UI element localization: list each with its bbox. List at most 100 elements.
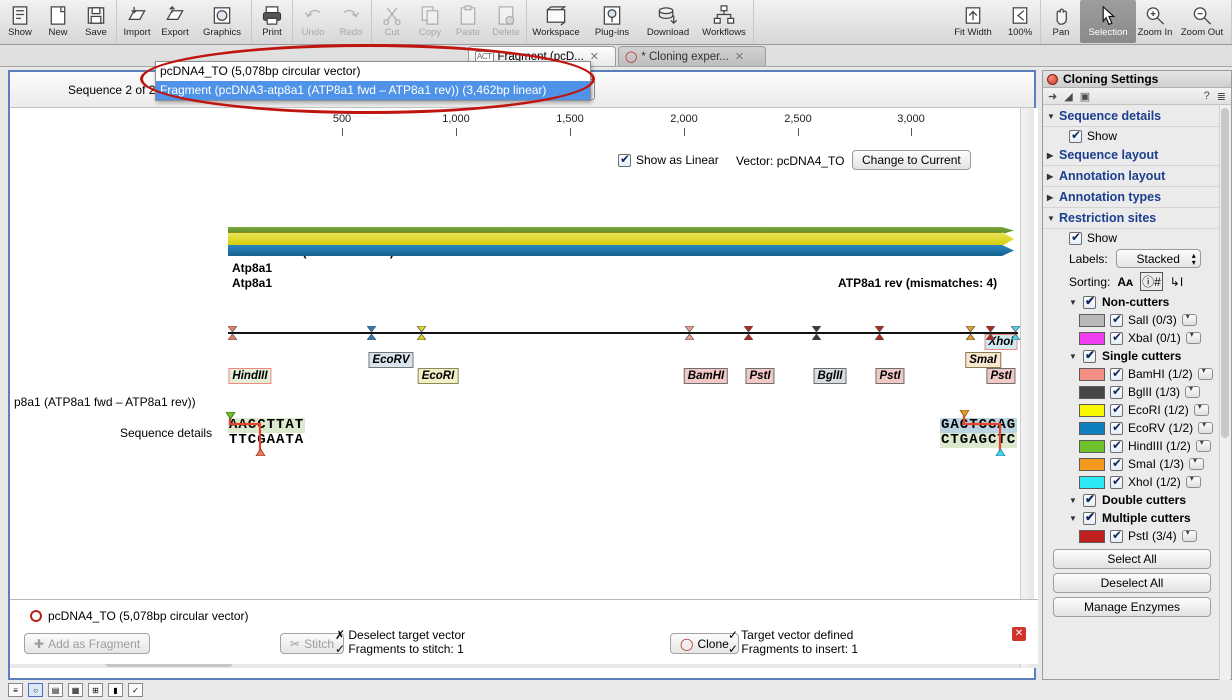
enzyme-color-swatch[interactable] bbox=[1079, 385, 1105, 399]
enzyme-color-swatch[interactable] bbox=[1079, 331, 1105, 345]
enzyme-menu-icon[interactable] bbox=[1181, 528, 1197, 542]
detail-view-icon[interactable]: ▤ bbox=[48, 683, 63, 697]
workspace-button[interactable]: Workspace bbox=[528, 0, 584, 43]
enzyme-color-swatch[interactable] bbox=[1079, 457, 1105, 471]
enzyme-row-bamhi[interactable]: BamHI (1/2) bbox=[1043, 365, 1221, 383]
show-as-linear-checkbox[interactable]: Show as Linear bbox=[618, 152, 719, 167]
chevron-down-icon[interactable]: ▼ bbox=[1069, 514, 1077, 523]
change-to-current-button[interactable]: Change to Current bbox=[852, 150, 971, 170]
workflows-button[interactable]: Workflows bbox=[696, 0, 752, 43]
annotation-bar-atp8a1-cds[interactable] bbox=[228, 232, 1014, 246]
enzyme-menu-icon[interactable] bbox=[1195, 438, 1211, 452]
enzyme-menu-icon[interactable] bbox=[1197, 366, 1213, 380]
tab-fragment-close-icon[interactable]: ✕ bbox=[590, 50, 599, 63]
target-vector-row[interactable]: pcDNA4_TO (5,078bp circular vector) bbox=[30, 609, 249, 623]
sidebar-menu-icon[interactable]: ≣ bbox=[1217, 90, 1226, 103]
sidebar-section-restriction-sites[interactable]: ▼ Restriction sites bbox=[1043, 208, 1221, 229]
checkbox-icon[interactable] bbox=[1083, 294, 1096, 309]
site-label[interactable]: HindIII bbox=[228, 368, 272, 384]
site-label[interactable]: BglII bbox=[813, 368, 847, 384]
pointer-tool-icon[interactable]: ➜ bbox=[1048, 90, 1057, 103]
enzyme-color-swatch[interactable] bbox=[1079, 439, 1105, 453]
sidebar-close-icon[interactable] bbox=[1047, 73, 1058, 85]
100--button[interactable]: 100% bbox=[1001, 0, 1039, 43]
enzyme-group-multiple-cutters[interactable]: ▼Multiple cutters bbox=[1043, 509, 1221, 527]
select-all-button[interactable]: Select All bbox=[1053, 549, 1211, 569]
download-button[interactable]: Download bbox=[640, 0, 696, 43]
annotation-bars[interactable] bbox=[228, 227, 1014, 256]
enzyme-menu-icon[interactable] bbox=[1181, 312, 1197, 326]
site-label[interactable]: PstI bbox=[875, 368, 905, 384]
vertical-scrollbar[interactable] bbox=[1020, 108, 1034, 668]
show-as-linear-check-icon[interactable] bbox=[618, 152, 631, 167]
circular-view-icon[interactable]: ○ bbox=[28, 683, 43, 697]
sequence-detail-left[interactable]: AAGCTTAT TTCGAATA bbox=[226, 412, 306, 456]
checkbox-icon[interactable] bbox=[1110, 312, 1123, 327]
enzyme-menu-icon[interactable] bbox=[1198, 420, 1214, 434]
sidebar-section-sequence-details[interactable]: ▼ Sequence details bbox=[1043, 106, 1221, 127]
sequence-detail-right[interactable]: GACTCGAG CTGAGCTC bbox=[940, 410, 1018, 456]
enzyme-group-double-cutters[interactable]: ▼Double cutters bbox=[1043, 491, 1221, 509]
sidebar-section-annotation-types[interactable]: ▶ Annotation types bbox=[1043, 187, 1221, 208]
sequence-details-show-row[interactable]: Show bbox=[1043, 127, 1221, 145]
pan-button[interactable]: Pan bbox=[1042, 0, 1080, 43]
enzyme-menu-icon[interactable] bbox=[1185, 384, 1201, 398]
tab-cloning-close-icon[interactable]: ✕ bbox=[735, 50, 744, 63]
checkbox-icon[interactable] bbox=[1069, 230, 1082, 245]
enzyme-row-ecorv[interactable]: EcoRV (1/2) bbox=[1043, 419, 1221, 437]
enzyme-group-non-cutters[interactable]: ▼Non-cutters bbox=[1043, 293, 1221, 311]
sequence-select-dropdown[interactable]: pcDNA4_TO (5,078bp circular vector) Fragm… bbox=[155, 61, 591, 101]
sort-alpha-icon[interactable]: Aᴀ bbox=[1117, 275, 1133, 289]
history-view-icon[interactable]: ✓ bbox=[128, 683, 143, 697]
enzyme-row-smai[interactable]: SmaI (1/3) bbox=[1043, 455, 1221, 473]
pin-tool-icon[interactable]: ◢ bbox=[1064, 90, 1072, 103]
help-icon[interactable]: ? bbox=[1204, 90, 1210, 102]
sort-position-icon[interactable]: ↳I bbox=[1170, 275, 1183, 289]
site-label[interactable]: BamHI bbox=[683, 368, 729, 384]
checkbox-icon[interactable] bbox=[1110, 402, 1123, 417]
list-view-icon[interactable]: ≡ bbox=[8, 683, 23, 697]
dropdown-option-0[interactable]: pcDNA4_TO (5,078bp circular vector) bbox=[156, 62, 590, 81]
sidebar-section-sequence-layout[interactable]: ▶ Sequence layout bbox=[1043, 145, 1221, 166]
deselect-all-button[interactable]: Deselect All bbox=[1053, 573, 1211, 593]
checkbox-icon[interactable] bbox=[1110, 528, 1123, 543]
enzyme-row-hindiii[interactable]: HindIII (1/2) bbox=[1043, 437, 1221, 455]
text-view-icon[interactable]: ▮ bbox=[108, 683, 123, 697]
checkbox-icon[interactable] bbox=[1110, 384, 1123, 399]
panel-tool-icon[interactable]: ▣ bbox=[1080, 90, 1090, 103]
table-view-icon[interactable]: ⊞ bbox=[88, 683, 103, 697]
chevron-down-icon[interactable]: ▼ bbox=[1069, 496, 1077, 505]
checkbox-icon[interactable] bbox=[1069, 128, 1082, 143]
print-button[interactable]: Print bbox=[253, 0, 291, 43]
sidebar-section-annotation-layout[interactable]: ▶ Annotation layout bbox=[1043, 166, 1221, 187]
enzyme-menu-icon[interactable] bbox=[1185, 330, 1201, 344]
checkbox-icon[interactable] bbox=[1110, 456, 1123, 471]
enzyme-color-swatch[interactable] bbox=[1079, 421, 1105, 435]
annotation-view-icon[interactable]: ▦ bbox=[68, 683, 83, 697]
save-button[interactable]: Save bbox=[77, 0, 115, 43]
enzyme-row-ecori[interactable]: EcoRI (1/2) bbox=[1043, 401, 1221, 419]
enzyme-color-swatch[interactable] bbox=[1079, 475, 1105, 489]
close-panel-icon[interactable]: ✕ bbox=[1012, 627, 1026, 641]
site-label[interactable]: SmaI bbox=[965, 352, 1001, 368]
tab-cloning-experiment[interactable]: ◯ * Cloning exper... ✕ bbox=[618, 46, 766, 66]
zoom-out-button[interactable]: Zoom Out bbox=[1174, 0, 1230, 43]
site-label[interactable]: PstI bbox=[986, 368, 1016, 384]
fit-width-button[interactable]: Fit Width bbox=[945, 0, 1001, 43]
dropdown-option-1[interactable]: Fragment (pcDNA3-atp8a1 (ATP8a1 fwd – AT… bbox=[156, 81, 590, 100]
enzyme-row-bglii[interactable]: BglII (1/3) bbox=[1043, 383, 1221, 401]
enzyme-menu-icon[interactable] bbox=[1185, 474, 1201, 488]
labels-row[interactable]: Labels: Stacked ▴ ▾ bbox=[1043, 247, 1221, 270]
enzyme-menu-icon[interactable] bbox=[1189, 456, 1205, 470]
site-label[interactable]: EcoRI bbox=[417, 368, 459, 384]
enzyme-color-swatch[interactable] bbox=[1079, 313, 1105, 327]
plug-ins-button[interactable]: Plug-ins bbox=[584, 0, 640, 43]
sort-number-icon[interactable]: ⓘ# bbox=[1140, 272, 1163, 291]
enzyme-color-swatch[interactable] bbox=[1079, 367, 1105, 381]
import-button[interactable]: Import bbox=[118, 0, 156, 43]
annotation-bar-atp8a1-gene[interactable] bbox=[228, 245, 1014, 256]
checkbox-icon[interactable] bbox=[1083, 348, 1096, 363]
checkbox-icon[interactable] bbox=[1083, 492, 1096, 507]
checkbox-icon[interactable] bbox=[1110, 366, 1123, 381]
checkbox-icon[interactable] bbox=[1110, 330, 1123, 345]
